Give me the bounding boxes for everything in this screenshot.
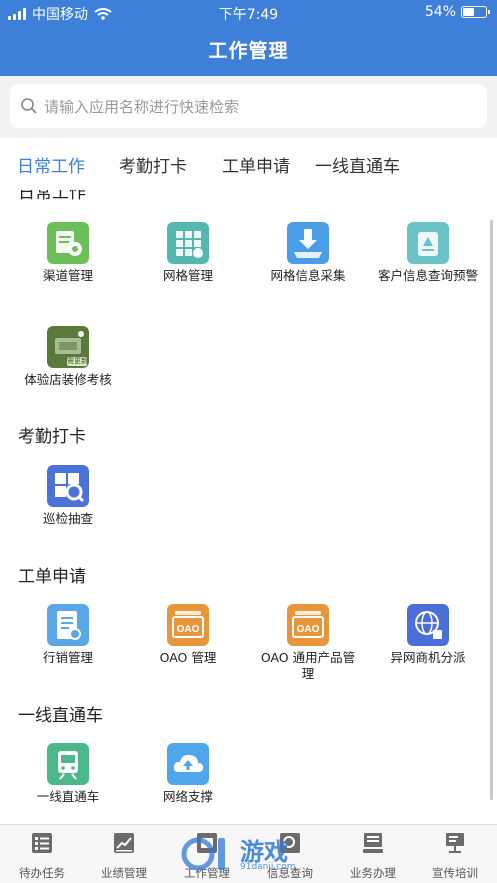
grid-icon	[167, 222, 209, 264]
search-input[interactable]: 请输入应用名称进行快速检索	[10, 84, 487, 128]
svg-text:OAO: OAO	[177, 624, 200, 635]
app-store-renovation-assessment[interactable]: 需更新 体验店装修考核	[18, 326, 118, 388]
tabbar-label: 业务办理	[350, 866, 396, 880]
tabbar-label: 待办任务	[19, 866, 65, 880]
app-customer-info-alert[interactable]: 客户信息查询预警	[378, 222, 478, 284]
app-label: OAO 管理	[159, 650, 217, 665]
app-marketing-management[interactable]: 行销管理	[18, 604, 118, 666]
cloud-upload-icon	[167, 743, 209, 785]
tabbar-item-training[interactable]: 宣传培训	[414, 831, 496, 881]
update-badge: 需更新	[67, 357, 88, 365]
svg-text:OAO: OAO	[297, 624, 320, 635]
tab-frontline-express[interactable]: 一线直通车	[315, 152, 400, 177]
tab-daily-work[interactable]: 日常工作	[17, 152, 85, 177]
scrollbar[interactable]	[490, 220, 493, 800]
tabbar-label: 宣传培训	[432, 866, 478, 880]
tabbar-item-business[interactable]: 业务办理	[332, 831, 414, 881]
app-label: OAO 通用产品管理	[260, 650, 356, 681]
battery-percent: 54%	[424, 4, 456, 20]
app-label: 行销管理	[42, 650, 93, 665]
search-icon	[21, 98, 37, 114]
tabbar-item-performance[interactable]: 业绩管理	[83, 831, 165, 881]
section-title-daily: 日常工作	[18, 190, 86, 203]
inspection-icon	[47, 465, 89, 507]
watermark-url: 91danji.com	[240, 862, 296, 872]
channel-settings-icon	[47, 222, 89, 264]
tabbar-label: 业绩管理	[101, 866, 147, 880]
battery-icon	[461, 6, 490, 18]
status-bar: 中国移动 下午7:49 54%	[0, 0, 497, 26]
download-tray-icon	[287, 222, 329, 264]
section-title-work-orders: 工单申请	[18, 567, 86, 587]
app-label: 渠道管理	[42, 268, 93, 283]
section-title-frontline-express: 一线直通车	[18, 706, 103, 726]
app-oao-product-management[interactable]: OAO OAO 通用产品管理	[258, 604, 358, 682]
globe-icon	[407, 604, 449, 646]
tab-work-orders[interactable]: 工单申请	[222, 152, 290, 177]
oao-product-icon: OAO	[287, 604, 329, 646]
app-label: 客户信息查询预警	[378, 268, 479, 283]
site-watermark: 游戏 91danji.com	[180, 830, 320, 878]
app-grid-management[interactable]: 网格管理	[138, 222, 238, 284]
search-placeholder: 请输入应用名称进行快速检索	[44, 97, 240, 116]
document-icon	[47, 604, 89, 646]
app-label: 体验店装修考核	[24, 372, 112, 387]
app-label: 异网商机分派	[390, 650, 466, 665]
tab-attendance[interactable]: 考勤打卡	[119, 152, 187, 177]
tabbar-item-todo[interactable]: 待办任务	[1, 831, 83, 881]
training-icon	[446, 833, 464, 853]
app-label: 网格管理	[162, 268, 213, 283]
app-grid-info-collection[interactable]: 网格信息采集	[258, 222, 358, 284]
train-icon	[47, 743, 89, 785]
app-inspection-check[interactable]: 巡检抽查	[18, 465, 118, 527]
category-tabs: 日常工作 考勤打卡 工单申请 一线直通车	[0, 138, 497, 190]
status-time: 下午7:49	[218, 7, 279, 23]
app-network-support[interactable]: 网络支撑	[138, 743, 238, 805]
watermark-logo-icon	[181, 837, 225, 871]
app-offnet-lead-dispatch[interactable]: 异网商机分派	[378, 604, 478, 666]
app-label: 巡检抽查	[42, 511, 93, 526]
app-grid: 日常工作 渠道管理 网格管理 网格信息采集 客户信息查询预警 需更新 体验店装修…	[0, 190, 497, 824]
search-area: 请输入应用名称进行快速检索	[0, 76, 497, 138]
app-label: 网络支撑	[162, 789, 213, 804]
business-icon	[363, 833, 383, 853]
todo-icon	[32, 833, 52, 853]
section-title-attendance: 考勤打卡	[18, 427, 86, 447]
app-oao-management[interactable]: OAO OAO 管理	[138, 604, 238, 666]
performance-icon	[114, 833, 134, 853]
app-label: 一线直通车	[36, 789, 100, 804]
phone-alert-icon	[407, 222, 449, 264]
app-label: 网格信息采集	[270, 268, 346, 283]
store-icon: 需更新	[47, 326, 89, 368]
page-title: 工作管理	[0, 26, 497, 76]
app-frontline-express[interactable]: 一线直通车	[18, 743, 118, 805]
app-channel-management[interactable]: 渠道管理	[18, 222, 118, 284]
oao-icon: OAO	[167, 604, 209, 646]
